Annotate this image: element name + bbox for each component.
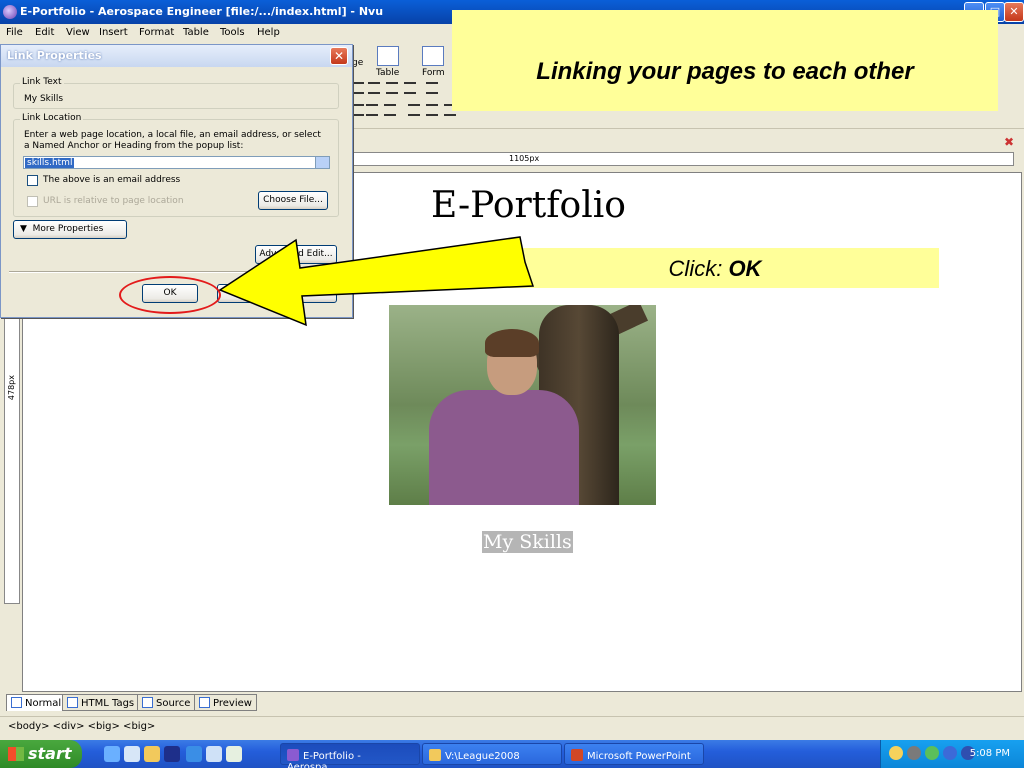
cancel-button[interactable] xyxy=(217,284,337,303)
horizontal-ruler: 1105px xyxy=(352,152,1014,166)
quicklaunch-fw-icon[interactable] xyxy=(206,746,222,762)
url-input[interactable]: skills.html xyxy=(23,156,330,169)
person-shirt xyxy=(429,390,579,505)
email-checkbox-label: The above is an email address xyxy=(43,175,181,185)
system-tray: 5:08 PM xyxy=(880,740,1024,768)
source-icon xyxy=(142,697,153,708)
indent-icon[interactable] xyxy=(426,82,438,94)
quicklaunch-browser-icon[interactable] xyxy=(186,746,202,762)
quicklaunch-doc-icon[interactable] xyxy=(124,746,140,762)
more-properties-label: More Properties xyxy=(32,224,104,234)
quicklaunch-app-icon[interactable] xyxy=(164,746,180,762)
quicklaunch-excel-icon[interactable] xyxy=(226,746,242,762)
more-properties-button[interactable]: ▼ More Properties xyxy=(13,220,127,239)
cell-right-icon[interactable] xyxy=(384,104,396,116)
link-location-hint: Enter a web page location, a local file,… xyxy=(24,130,321,151)
click-ok-word: OK xyxy=(728,256,762,281)
tab-preview[interactable]: Preview xyxy=(194,694,257,711)
form-button[interactable]: Form xyxy=(422,46,445,78)
ruler-height-label: 478px xyxy=(7,375,16,401)
person-hair xyxy=(485,329,539,357)
choose-file-button[interactable]: Choose File... xyxy=(258,191,328,210)
windows-flag-icon xyxy=(8,747,24,761)
folder-task-icon xyxy=(429,749,441,761)
table-button[interactable]: Table xyxy=(376,46,399,78)
tray-icon-1[interactable] xyxy=(889,746,903,760)
ok-highlight-ring xyxy=(119,276,221,314)
dialog-titlebar: Link Properties xyxy=(1,45,352,67)
form-icon xyxy=(422,46,445,66)
task-powerpoint[interactable]: Microsoft PowerPoint ... xyxy=(564,743,704,768)
instruction-callout: Linking your pages to each other xyxy=(452,10,998,111)
triangle-down-icon: ▼ xyxy=(20,224,27,234)
menu-edit[interactable]: Edit xyxy=(35,27,54,38)
dialog-close-icon[interactable]: ✕ xyxy=(330,47,348,65)
tab-html-tags[interactable]: HTML Tags xyxy=(62,694,140,711)
cell-merge-icon[interactable] xyxy=(366,104,378,116)
window-title: E-Portfolio - Aerospace Engineer [file:/… xyxy=(20,5,384,18)
document-heading[interactable]: E-Portfolio xyxy=(431,185,626,226)
align-justify-icon[interactable] xyxy=(404,82,416,94)
cell-left-icon[interactable] xyxy=(352,104,364,116)
close-window-button[interactable]: ✕ xyxy=(1004,2,1024,22)
ruler-width-label: 1105px xyxy=(509,154,540,163)
click-prefix: Click: xyxy=(668,256,729,281)
menu-tools[interactable]: Tools xyxy=(220,27,245,38)
tray-icon-2[interactable] xyxy=(907,746,921,760)
link-text-group: Link Text My Skills xyxy=(13,77,339,109)
tab-source[interactable]: Source xyxy=(137,694,196,711)
start-button[interactable]: start xyxy=(0,740,82,768)
portrait-photo[interactable] xyxy=(389,305,656,505)
link-text-value: My Skills xyxy=(24,94,64,104)
click-ok-callout: Click: OK xyxy=(461,248,939,288)
link-location-legend: Link Location xyxy=(20,113,84,123)
windows-taskbar: start E-Portfolio - Aerospa... V:\League… xyxy=(0,740,1024,768)
url-value: skills.html xyxy=(25,158,75,168)
nvu-app-icon xyxy=(3,5,17,19)
tag-breadcrumb[interactable]: <body> <div> <big> <big> xyxy=(8,721,155,732)
tray-icon-4[interactable] xyxy=(943,746,957,760)
advanced-edit-button[interactable]: Advanced Edit... xyxy=(255,245,337,264)
menu-file[interactable]: File xyxy=(6,27,23,38)
tab-normal[interactable]: Normal xyxy=(6,694,67,711)
menu-view[interactable]: View xyxy=(66,27,90,38)
magnifier-icon xyxy=(199,697,210,708)
tags-icon xyxy=(67,697,78,708)
vertical-ruler: 478px xyxy=(4,300,20,604)
quicklaunch-ie-icon[interactable] xyxy=(104,746,120,762)
task-folder[interactable]: V:\League2008 xyxy=(422,743,562,765)
menu-format[interactable]: Format xyxy=(139,27,174,38)
valign-top-icon[interactable] xyxy=(408,104,420,116)
dialog-separator xyxy=(9,271,345,273)
instruction-text: Linking your pages to each other xyxy=(536,58,914,85)
chevron-down-icon[interactable] xyxy=(315,157,329,168)
nvu-task-icon xyxy=(287,749,299,761)
link-text-legend: Link Text xyxy=(20,77,64,87)
menu-table[interactable]: Table xyxy=(183,27,209,38)
toolbar-cut-remnant[interactable]: ge xyxy=(352,58,363,68)
dialog-title: Link Properties xyxy=(7,49,102,62)
quicklaunch-folder-icon[interactable] xyxy=(144,746,160,762)
tray-icon-3[interactable] xyxy=(925,746,939,760)
edit-mode-tabs: Normal HTML Tags Source Preview xyxy=(0,692,1024,712)
selected-link-text[interactable]: My Skills xyxy=(482,531,573,553)
relative-url-label: URL is relative to page location xyxy=(43,196,184,206)
powerpoint-task-icon xyxy=(571,749,583,761)
align-left-icon[interactable] xyxy=(352,82,364,94)
menu-insert[interactable]: Insert xyxy=(99,27,128,38)
task-nvu[interactable]: E-Portfolio - Aerospa... xyxy=(280,743,420,768)
email-checkbox[interactable] xyxy=(27,175,38,186)
clock[interactable]: 5:08 PM xyxy=(970,748,1010,759)
align-center-icon[interactable] xyxy=(368,82,380,94)
relative-url-checkbox[interactable] xyxy=(27,196,38,207)
valign-middle-icon[interactable] xyxy=(426,104,438,116)
close-tab-icon[interactable]: ✖ xyxy=(1004,135,1014,149)
page-icon xyxy=(11,697,22,708)
table-icon xyxy=(376,46,399,66)
status-bar: <body> <div> <big> <big> xyxy=(0,716,1024,738)
menu-help[interactable]: Help xyxy=(257,27,280,38)
align-right-icon[interactable] xyxy=(386,82,398,94)
